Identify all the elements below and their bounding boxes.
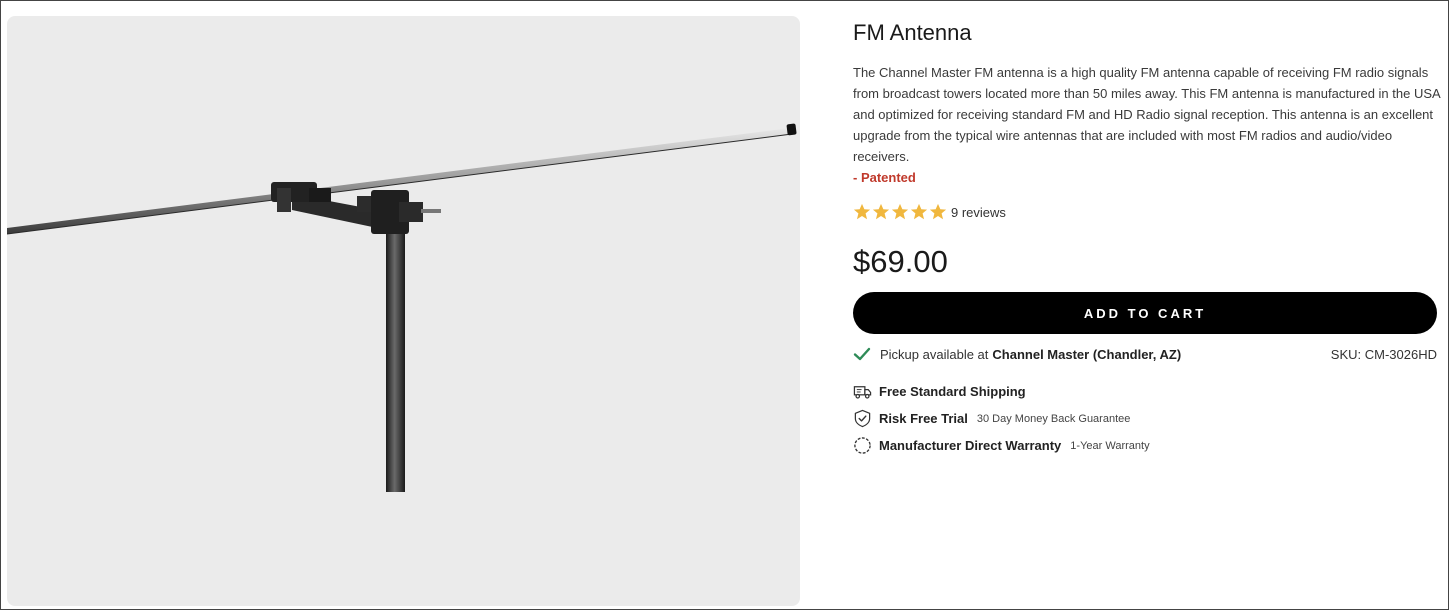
star-rating	[853, 203, 947, 221]
rating-row[interactable]: 9 reviews	[853, 202, 1439, 222]
checkmark-icon	[853, 347, 871, 361]
star-icon	[891, 203, 909, 220]
feature-list: Free Standard Shipping Risk Free Trial 3…	[853, 378, 1439, 459]
fm-antenna-image	[7, 123, 797, 492]
add-to-cart-button[interactable]: ADD TO CART	[853, 292, 1437, 334]
star-icon	[910, 203, 928, 220]
feature-title: Risk Free Trial	[879, 411, 968, 426]
warranty-badge-icon	[854, 437, 871, 454]
feature-subtitle: 1-Year Warranty	[1070, 439, 1150, 452]
pickup-availability: Pickup available at Channel Master (Chan…	[853, 345, 1181, 363]
product-image[interactable]	[7, 16, 800, 606]
star-icon	[872, 203, 890, 220]
sku-label: SKU: CM-3026HD	[1330, 346, 1437, 362]
star-icon	[929, 203, 947, 220]
pickup-row: Pickup available at Channel Master (Chan…	[853, 344, 1437, 364]
patented-label: - Patented	[853, 170, 916, 185]
shield-check-icon	[854, 409, 871, 428]
feature-title: Manufacturer Direct Warranty	[879, 438, 1062, 453]
feature-trial: Risk Free Trial 30 Day Money Back Guaran…	[853, 405, 1439, 432]
reviews-link[interactable]: 9 reviews	[951, 205, 1006, 220]
feature-title: Free Standard Shipping	[879, 384, 1026, 399]
product-title: FM Antenna	[853, 20, 972, 45]
shipping-truck-icon	[853, 386, 872, 399]
pickup-text: Pickup available at	[880, 346, 989, 362]
star-icon	[853, 203, 871, 220]
description-text: The Channel Master FM antenna is a high …	[853, 65, 1440, 164]
product-price: $69.00	[853, 244, 948, 279]
pickup-location: Channel Master (Chandler, AZ)	[992, 346, 1182, 362]
product-info: FM Antenna The Channel Master FM antenna…	[853, 18, 1440, 459]
feature-subtitle: 30 Day Money Back Guarantee	[976, 412, 1131, 425]
product-description: The Channel Master FM antenna is a high …	[853, 62, 1443, 188]
feature-shipping: Free Standard Shipping	[853, 378, 1439, 405]
feature-warranty: Manufacturer Direct Warranty 1-Year Warr…	[853, 432, 1439, 459]
